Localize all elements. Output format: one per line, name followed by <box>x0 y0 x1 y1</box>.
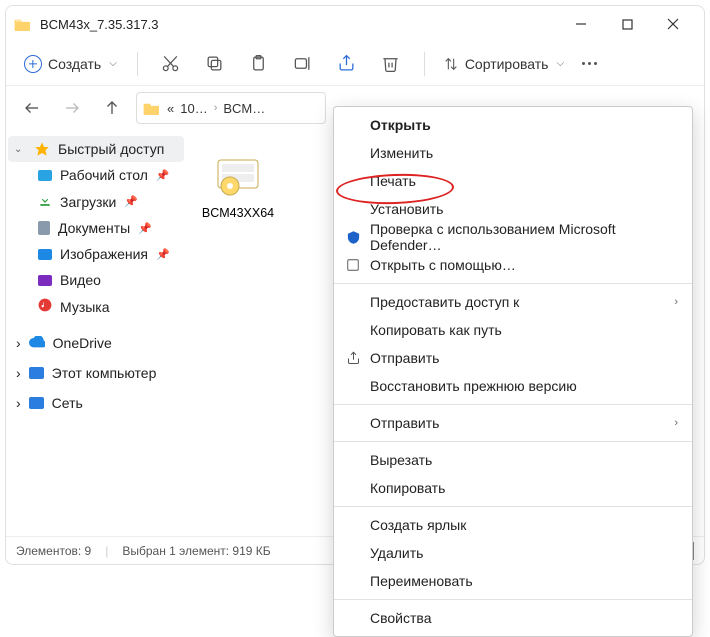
pictures-icon <box>38 249 52 260</box>
sidebar-item-video[interactable]: Видео <box>8 267 184 293</box>
chevron-right-icon: › <box>674 296 678 308</box>
ctx-properties[interactable]: Свойства <box>334 604 692 632</box>
more-button[interactable] <box>582 62 597 65</box>
sidebar-item-network[interactable]: › Сеть <box>8 390 184 416</box>
sidebar-item-label: Видео <box>60 272 101 288</box>
sidebar-item-music[interactable]: Музыка <box>8 293 184 320</box>
pin-icon: 📌 <box>124 195 138 208</box>
breadcrumb-seg[interactable]: 10… <box>180 101 207 116</box>
sidebar-item-label: Рабочий стол <box>60 167 148 183</box>
chevron-down-icon: ⌵ <box>109 58 117 69</box>
video-icon <box>38 275 52 286</box>
sort-button[interactable]: Сортировать ⌵ <box>437 56 570 72</box>
window-title: BCM43x_7.35.317.3 <box>40 17 159 32</box>
cloud-icon <box>29 335 45 351</box>
ctx-copypath[interactable]: Копировать как путь <box>334 316 692 344</box>
chevron-right-icon: › <box>16 365 21 381</box>
sidebar-item-thispc[interactable]: › Этот компьютер <box>8 360 184 386</box>
toolbar: Создать ⌵ Сортировать ⌵ <box>6 42 704 86</box>
status-selection: Выбран 1 элемент: 919 КБ <box>122 544 270 558</box>
minimize-button[interactable] <box>558 8 604 40</box>
forward-button[interactable] <box>56 92 88 124</box>
chevron-down-icon: ⌄ <box>14 144 26 155</box>
music-icon <box>38 298 52 315</box>
pin-icon: 📌 <box>156 169 170 182</box>
pc-icon <box>29 367 44 379</box>
chevron-down-icon: ⌵ <box>556 58 564 69</box>
sidebar-item-label: Быстрый доступ <box>58 141 164 157</box>
pin-icon: 📌 <box>156 248 170 261</box>
sidebar-item-label: Музыка <box>60 299 110 315</box>
desktop-icon <box>38 170 52 181</box>
sidebar-item-quickaccess[interactable]: ⌄ Быстрый доступ <box>8 136 184 162</box>
ctx-send[interactable]: Отправить <box>334 344 692 372</box>
ctx-defender[interactable]: Проверка с использованием Microsoft Defe… <box>334 223 692 251</box>
delete-button[interactable] <box>370 47 412 81</box>
download-icon <box>38 193 52 210</box>
sort-label: Сортировать <box>465 56 549 72</box>
close-button[interactable] <box>650 8 696 40</box>
ctx-openwith[interactable]: Открыть с помощью… <box>334 251 692 279</box>
ctx-open[interactable]: Открыть <box>334 111 692 139</box>
cut-button[interactable] <box>150 47 192 81</box>
ctx-sendto[interactable]: Отправить› <box>334 409 692 437</box>
titlebar: BCM43x_7.35.317.3 <box>6 6 704 42</box>
ctx-edit[interactable]: Изменить <box>334 139 692 167</box>
ctx-rename[interactable]: Переименовать <box>334 567 692 595</box>
breadcrumb[interactable]: « 10… › BCM… <box>136 92 326 124</box>
network-icon <box>29 397 44 409</box>
ctx-copy[interactable]: Копировать <box>334 474 692 502</box>
breadcrumb-seg[interactable]: BCM… <box>223 101 265 116</box>
ctx-restore[interactable]: Восстановить прежнюю версию <box>334 372 692 400</box>
maximize-button[interactable] <box>604 8 650 40</box>
ctx-giveaccess[interactable]: Предоставить доступ к› <box>334 288 692 316</box>
sidebar-item-label: Загрузки <box>60 194 116 210</box>
sidebar-item-downloads[interactable]: Загрузки 📌 <box>8 188 184 215</box>
explorer-window: BCM43x_7.35.317.3 Создать ⌵ Сортировать … <box>5 5 705 565</box>
sidebar: ⌄ Быстрый доступ Рабочий стол 📌 Загрузки… <box>6 130 186 536</box>
sidebar-item-label: Сеть <box>52 395 83 411</box>
context-menu: Открыть Изменить Печать Установить Прове… <box>333 106 693 637</box>
new-label: Создать <box>48 56 101 72</box>
shield-icon <box>344 228 362 246</box>
ctx-print[interactable]: Печать <box>334 167 692 195</box>
sidebar-item-documents[interactable]: Документы 📌 <box>8 215 184 241</box>
ctx-delete[interactable]: Удалить <box>334 539 692 567</box>
paste-button[interactable] <box>238 47 280 81</box>
chevron-right-icon: › <box>674 417 678 429</box>
copy-button[interactable] <box>194 47 236 81</box>
ctx-install[interactable]: Установить <box>334 195 692 223</box>
app-icon <box>344 256 362 274</box>
share-button[interactable] <box>326 47 368 81</box>
sort-icon <box>443 56 459 72</box>
sidebar-item-desktop[interactable]: Рабочий стол 📌 <box>8 162 184 188</box>
sidebar-item-label: Этот компьютер <box>52 365 157 381</box>
sidebar-item-label: Изображения <box>60 246 148 262</box>
file-name: BCM43XX64 <box>202 206 274 220</box>
status-count: Элементов: 9 <box>16 544 91 558</box>
plus-icon <box>24 55 42 73</box>
up-button[interactable] <box>96 92 128 124</box>
pin-icon: 📌 <box>138 222 152 235</box>
share-icon <box>344 349 362 367</box>
ctx-cut[interactable]: Вырезать <box>334 446 692 474</box>
file-icon <box>210 146 266 202</box>
sidebar-item-label: OneDrive <box>53 335 112 351</box>
chevron-right-icon: › <box>16 335 21 351</box>
file-item[interactable]: BCM43XX64 <box>190 140 286 228</box>
new-button[interactable]: Создать ⌵ <box>16 51 125 77</box>
sidebar-item-label: Документы <box>58 220 130 236</box>
rename-button[interactable] <box>282 47 324 81</box>
ctx-shortcut[interactable]: Создать ярлык <box>334 511 692 539</box>
star-icon <box>34 141 50 157</box>
document-icon <box>38 221 50 235</box>
back-button[interactable] <box>16 92 48 124</box>
sidebar-item-onedrive[interactable]: › OneDrive <box>8 330 184 356</box>
chevron-right-icon: › <box>16 395 21 411</box>
folder-icon <box>14 17 32 31</box>
folder-icon <box>143 101 161 115</box>
sidebar-item-pictures[interactable]: Изображения 📌 <box>8 241 184 267</box>
